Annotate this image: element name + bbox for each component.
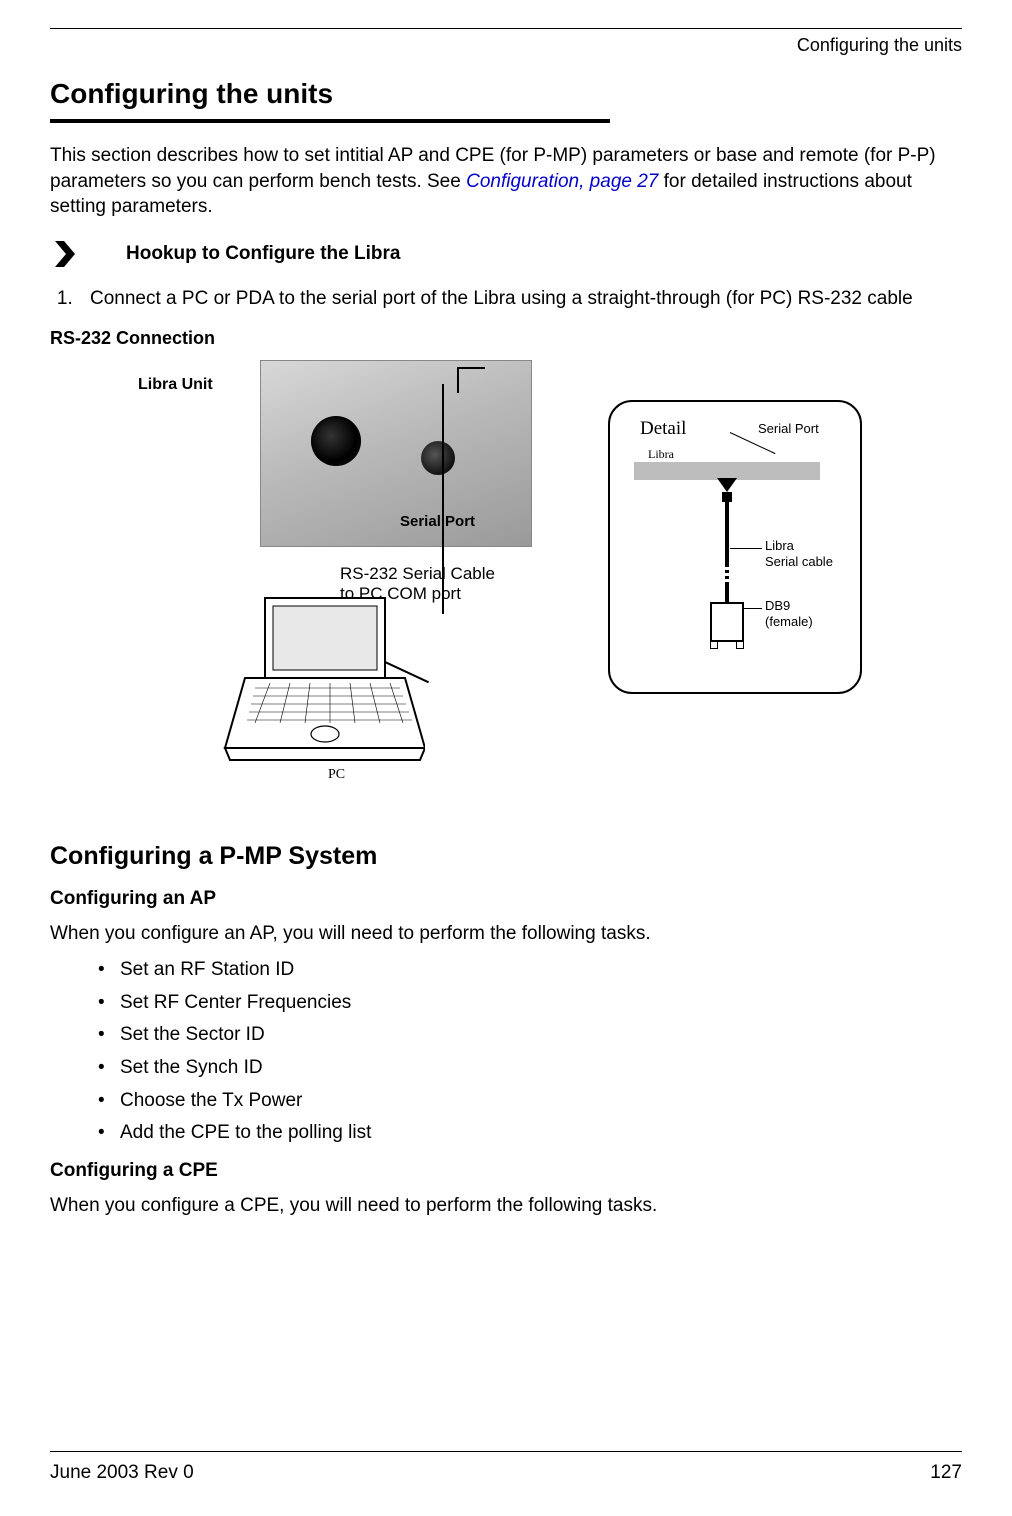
footer-date: June 2003 Rev 0	[50, 1460, 194, 1486]
detail-db9-connector-icon	[710, 602, 744, 642]
detail-callout: Detail Serial Port Libra Libra Serial ca…	[608, 400, 862, 694]
figure-caption: RS-232 Connection	[50, 326, 962, 350]
step-1: Connect a PC or PDA to the serial port o…	[78, 286, 962, 312]
libra-unit-photo	[260, 360, 532, 547]
step-list: Connect a PC or PDA to the serial port o…	[50, 286, 962, 312]
heading-configuring-cpe: Configuring a CPE	[50, 1158, 962, 1184]
detail-cable-solid2	[725, 584, 729, 602]
list-item: Set RF Center Frequencies	[98, 990, 962, 1016]
detail-serial-cable-line2: Serial cable	[765, 554, 833, 569]
detail-db9-line1: DB9	[765, 598, 790, 613]
running-header: Configuring the units	[50, 33, 962, 57]
connector-port-icon	[311, 416, 361, 466]
list-item: Set the Sector ID	[98, 1022, 962, 1048]
detail-plug-neck	[722, 492, 732, 502]
page-footer: June 2003 Rev 0 127	[50, 1451, 962, 1486]
subsection-pmp: Configuring a P-MP System	[50, 840, 962, 874]
detail-db9-line2: (female)	[765, 614, 813, 629]
list-item: Choose the Tx Power	[98, 1088, 962, 1114]
detail-db9-label: DB9 (female)	[765, 598, 813, 629]
laptop-icon	[215, 588, 425, 768]
label-serial-port: Serial Port	[400, 512, 475, 532]
detail-serial-cable-line1: Libra	[765, 538, 794, 553]
intro-paragraph: This section describes how to set intiti…	[50, 143, 962, 220]
pointer-arrow-icon	[54, 240, 76, 268]
cpe-intro-text: When you configure a CPE, you will need …	[50, 1193, 962, 1219]
ap-intro-text: When you configure an AP, you will need …	[50, 921, 962, 947]
detail-cable-dashed	[725, 564, 729, 584]
heading-configuring-ap: Configuring an AP	[50, 886, 962, 912]
list-item: Set the Synch ID	[98, 1055, 962, 1081]
label-pc: PC	[328, 766, 345, 785]
page: Configuring the units Configuring the un…	[0, 28, 1012, 1516]
procedure-heading: Hookup to Configure the Libra	[50, 240, 962, 268]
detail-cable-solid	[725, 502, 729, 564]
detail-libra-label: Libra	[648, 446, 674, 462]
serial-port-icon	[421, 441, 455, 475]
section-title: Configuring the units	[50, 75, 962, 113]
detail-connector-drawing	[710, 478, 744, 642]
detail-title: Detail	[640, 416, 686, 442]
detail-leader-db9	[742, 608, 762, 609]
list-item: Add the CPE to the polling list	[98, 1120, 962, 1146]
header-rule	[50, 28, 962, 29]
laptop-illustration	[215, 588, 425, 768]
list-item: Set an RF Station ID	[98, 957, 962, 983]
detail-serial-port-label: Serial Port	[758, 420, 819, 438]
serial-port-marker	[457, 367, 485, 393]
procedure-title: Hookup to Configure the Libra	[126, 241, 400, 267]
detail-leader-cable	[730, 548, 762, 549]
ap-task-list: Set an RF Station ID Set RF Center Frequ…	[50, 957, 962, 1146]
detail-serial-cable-label: Libra Serial cable	[765, 538, 833, 569]
figure-rs232-connection: Libra Unit Serial Port RS-232 Serial Cab…	[50, 360, 962, 810]
footer-page-number: 127	[930, 1460, 962, 1486]
config-link[interactable]: Configuration, page 27	[466, 171, 658, 192]
title-rule	[50, 119, 610, 123]
label-cable-line1: RS-232 Serial Cable	[340, 564, 495, 583]
label-libra-unit: Libra Unit	[138, 374, 213, 396]
detail-plug-icon	[717, 478, 737, 492]
